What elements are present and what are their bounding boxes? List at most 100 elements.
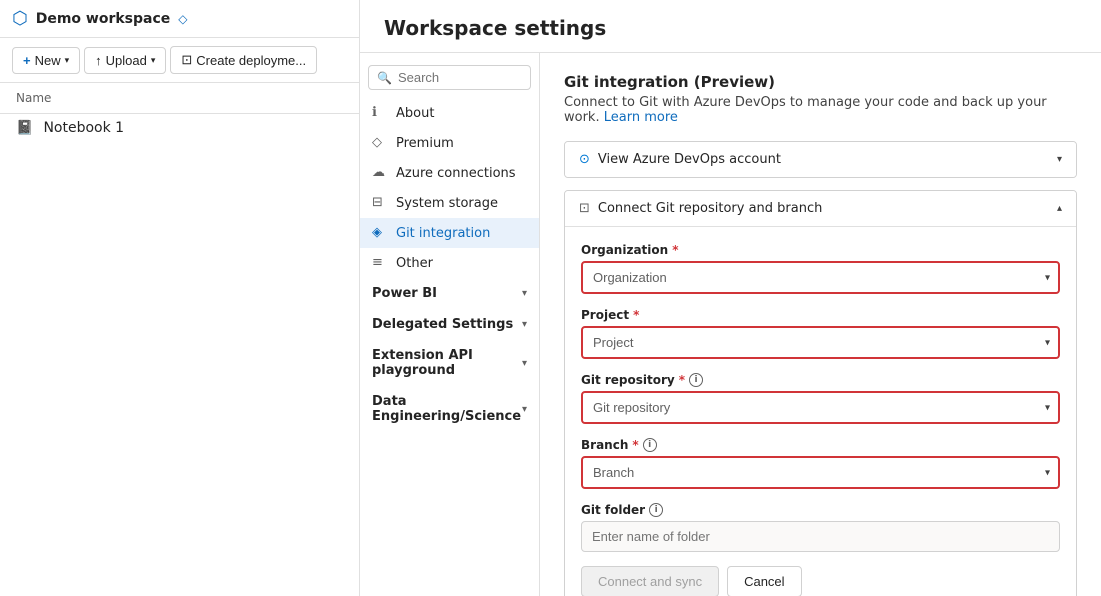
nav-item-git-integration-label: Git integration [396, 226, 490, 241]
project-required: * [633, 308, 639, 322]
new-button-label: New [35, 53, 61, 68]
upload-button[interactable]: ↑ Upload ▾ [84, 47, 166, 74]
azure-devops-chevron-icon: ▾ [1057, 154, 1062, 165]
premium-icon: ◇ [372, 135, 388, 151]
deployment-icon: ⊡ [181, 52, 192, 68]
upload-chevron-icon: ▾ [151, 55, 156, 66]
git-integration-title: Git integration (Preview) [564, 73, 1077, 91]
connect-git-accordion: ⊡ Connect Git repository and branch ▴ Or… [564, 190, 1077, 596]
plus-icon: + [23, 53, 31, 68]
nav-item-about-label: About [396, 106, 434, 121]
branch-required: * [632, 438, 638, 452]
azure-devops-label: View Azure DevOps account [598, 152, 781, 167]
cancel-button[interactable]: Cancel [727, 566, 801, 596]
file-list-header: Name [0, 83, 359, 114]
project-label: Project * [581, 308, 1060, 322]
branch-select[interactable]: Branch [581, 456, 1060, 489]
new-button[interactable]: + New ▾ [12, 47, 80, 74]
delegated-settings-chevron-icon: ▾ [522, 319, 527, 330]
workspace-diamond-icon: ◇ [178, 12, 187, 26]
extension-api-chevron-icon: ▾ [522, 358, 527, 369]
connect-sync-button[interactable]: Connect and sync [581, 566, 719, 596]
azure-devops-accordion-header[interactable]: ⊙ View Azure DevOps account ▾ [565, 142, 1076, 177]
connect-git-icon: ⊡ [579, 201, 590, 216]
nav-section-extension-api[interactable]: Extension API playground ▾ [360, 340, 539, 386]
git-folder-group: Git folder i [581, 503, 1060, 552]
project-select-wrapper: Project ▾ [581, 326, 1060, 359]
settings-content: Git integration (Preview) Connect to Git… [540, 53, 1101, 596]
accordion-header-left: ⊙ View Azure DevOps account [579, 152, 781, 167]
list-item[interactable]: 📓 Notebook 1 [0, 114, 359, 142]
power-bi-chevron-icon: ▾ [522, 288, 527, 299]
learn-more-link[interactable]: Learn more [604, 110, 678, 125]
organization-label: Organization * [581, 243, 1060, 257]
workspace-name: Demo workspace [36, 11, 171, 27]
nav-item-other-label: Other [396, 256, 433, 271]
git-repository-info-icon[interactable]: i [689, 373, 703, 387]
nav-item-premium[interactable]: ◇ Premium [360, 128, 539, 158]
nav-item-about[interactable]: ℹ About [360, 98, 539, 128]
workspace-icon: ⬡ [12, 8, 28, 29]
connect-git-accordion-body: Organization * Organization ▾ [565, 226, 1076, 596]
connect-git-label: Connect Git repository and branch [598, 201, 822, 216]
notebook-icon: 📓 [16, 120, 33, 136]
extension-api-label: Extension API playground [372, 348, 522, 378]
form-actions: Connect and sync Cancel [581, 566, 1060, 596]
nav-item-other[interactable]: ≡ Other [360, 248, 539, 278]
settings-panel: Workspace settings 🔍 ℹ About ◇ Premium [360, 0, 1101, 596]
organization-group: Organization * Organization ▾ [581, 243, 1060, 294]
data-engineering-chevron-icon: ▾ [522, 404, 527, 415]
settings-title: Workspace settings [360, 0, 1101, 53]
nav-item-system-storage-label: System storage [396, 196, 498, 211]
git-folder-label: Git folder i [581, 503, 1060, 517]
toolbar: + New ▾ ↑ Upload ▾ ⊡ Create deployme... [0, 38, 359, 83]
system-storage-icon: ⊟ [372, 195, 388, 211]
git-repository-required: * [679, 373, 685, 387]
upload-label: Upload [106, 53, 147, 68]
branch-select-wrapper: Branch ▾ [581, 456, 1060, 489]
project-select[interactable]: Project [581, 326, 1060, 359]
git-repository-label: Git repository * i [581, 373, 1060, 387]
nav-item-azure-connections[interactable]: ☁ Azure connections [360, 158, 539, 188]
nav-item-azure-connections-label: Azure connections [396, 166, 516, 181]
nav-section-power-bi[interactable]: Power BI ▾ [360, 278, 539, 309]
connect-git-header-left: ⊡ Connect Git repository and branch [579, 201, 822, 216]
git-repository-select-wrapper: Git repository ▾ [581, 391, 1060, 424]
organization-required: * [672, 243, 678, 257]
search-input[interactable] [398, 70, 522, 85]
create-deployment-label: Create deployme... [196, 53, 306, 68]
git-repository-select[interactable]: Git repository [581, 391, 1060, 424]
nav-item-premium-label: Premium [396, 136, 454, 151]
organization-select[interactable]: Organization [581, 261, 1060, 294]
search-box[interactable]: 🔍 [368, 65, 531, 90]
azure-connections-icon: ☁ [372, 165, 388, 181]
about-icon: ℹ [372, 105, 388, 121]
nav-item-system-storage[interactable]: ⊟ System storage [360, 188, 539, 218]
git-integration-description: Connect to Git with Azure DevOps to mana… [564, 95, 1077, 125]
upload-icon: ↑ [95, 53, 102, 68]
search-icon: 🔍 [377, 71, 392, 85]
project-group: Project * Project ▾ [581, 308, 1060, 359]
nav-section-data-engineering[interactable]: Data Engineering/Science ▾ [360, 386, 539, 432]
connect-git-accordion-header[interactable]: ⊡ Connect Git repository and branch ▴ [565, 191, 1076, 226]
git-repository-group: Git repository * i Git repository ▾ [581, 373, 1060, 424]
power-bi-label: Power BI [372, 286, 437, 301]
connect-git-chevron-icon: ▴ [1057, 203, 1062, 214]
file-name: Notebook 1 [43, 120, 124, 136]
delegated-settings-label: Delegated Settings [372, 317, 513, 332]
main-content: Workspace settings 🔍 ℹ About ◇ Premium [360, 0, 1101, 596]
nav-item-git-integration[interactable]: ◈ Git integration [360, 218, 539, 248]
azure-devops-icon: ⊙ [579, 152, 590, 167]
branch-group: Branch * i Branch ▾ [581, 438, 1060, 489]
settings-nav: 🔍 ℹ About ◇ Premium ☁ Azure connections [360, 53, 540, 596]
new-chevron-icon: ▾ [65, 55, 70, 66]
name-column-header: Name [16, 91, 51, 105]
nav-section-delegated-settings[interactable]: Delegated Settings ▾ [360, 309, 539, 340]
branch-info-icon[interactable]: i [643, 438, 657, 452]
settings-body: 🔍 ℹ About ◇ Premium ☁ Azure connections [360, 53, 1101, 596]
git-folder-info-icon[interactable]: i [649, 503, 663, 517]
create-deployment-button[interactable]: ⊡ Create deployme... [170, 46, 317, 74]
git-integration-icon: ◈ [372, 225, 388, 241]
organization-select-wrapper: Organization ▾ [581, 261, 1060, 294]
git-folder-input[interactable] [581, 521, 1060, 552]
